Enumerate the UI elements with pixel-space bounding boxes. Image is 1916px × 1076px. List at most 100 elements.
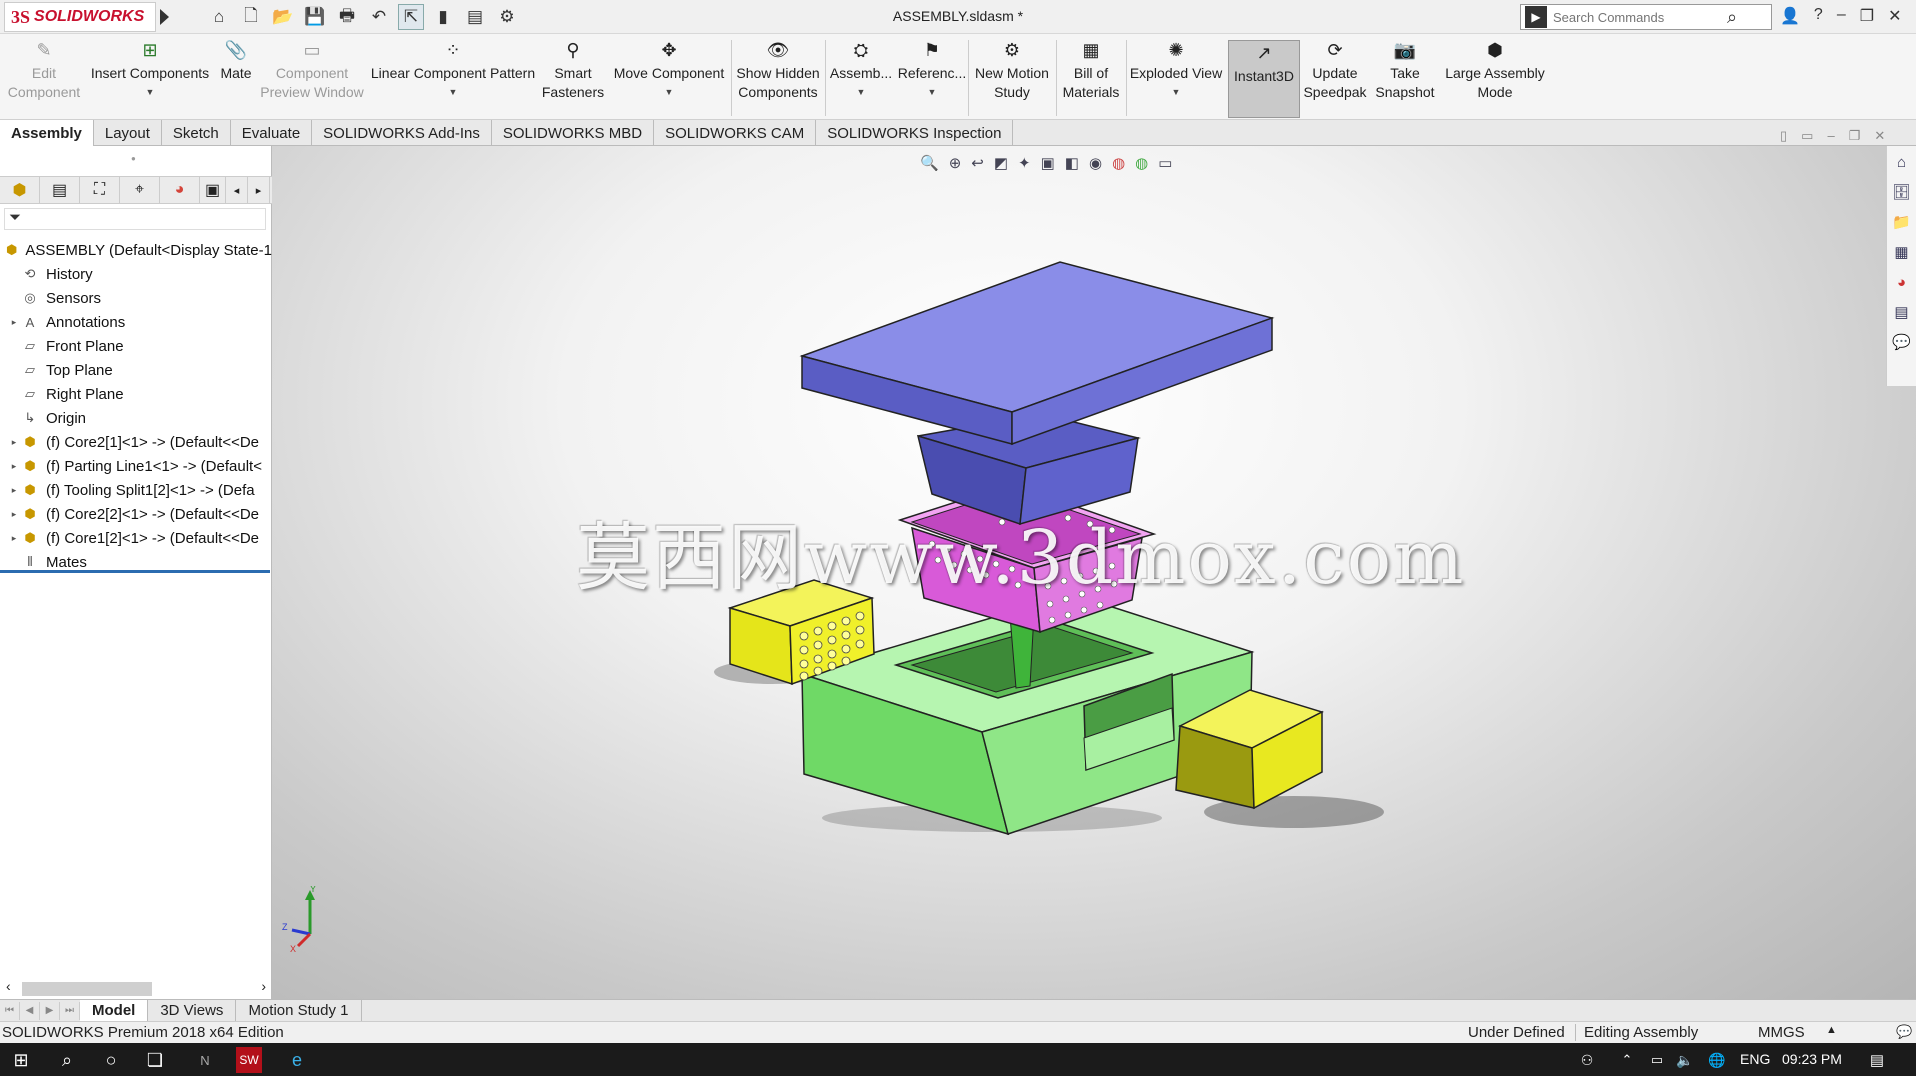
tree-item[interactable]: ▸ A Annotations	[0, 310, 272, 334]
move-component-button[interactable]: ✥ Move Component ▼	[610, 38, 728, 118]
chevron-down-icon[interactable]: ▼	[665, 83, 674, 102]
tree-item[interactable]: ↳ Origin	[0, 406, 272, 430]
chevron-down-icon[interactable]: ▼	[857, 83, 866, 102]
tree-item[interactable]: ▸ ⬢ (f) Parting Line1<1> -> (Default<	[0, 454, 272, 478]
solidworks-resources-icon[interactable]: ⌂	[1891, 150, 1913, 174]
cavity-plate[interactable]	[799, 261, 1275, 526]
first-tab-icon[interactable]: ⏮	[0, 1001, 20, 1020]
feature-tree-tab-icon[interactable]: ⬢	[0, 177, 40, 203]
scroll-left-icon[interactable]: ‹	[6, 978, 11, 994]
graphics-area[interactable]: 🔍 ⊕ ↩ ◩ ✦ ▣ ◧ ◉ ◍ ◍ ▭ 莫西网www.3dmox.com Y…	[272, 146, 1916, 999]
tree-item[interactable]: ▱ Front Plane	[0, 334, 272, 358]
forum-icon[interactable]: 💬	[1891, 330, 1913, 354]
expand-arrow-icon[interactable]: ▸	[8, 509, 20, 520]
last-tab-icon[interactable]: ⏭	[60, 1001, 80, 1020]
display-manager-tab-icon[interactable]: ◕	[160, 177, 200, 203]
tree-item[interactable]: ◎ Sensors	[0, 286, 272, 310]
new-motion-study-button[interactable]: ⚙ New Motion Study	[970, 38, 1054, 118]
restore-icon[interactable]: ❐	[1860, 6, 1874, 26]
instant3d-button[interactable]: ↗ Instant3D	[1228, 40, 1300, 118]
app-n-icon[interactable]: N	[192, 1047, 218, 1073]
expand-arrow-icon[interactable]: ▸	[8, 461, 20, 472]
chevron-up-icon[interactable]: ⌃	[1614, 1047, 1640, 1073]
show-hidden-components-button[interactable]: 👁 Show Hidden Components	[734, 38, 822, 118]
large-assembly-mode-button[interactable]: ⬢ Large Assembly Mode	[1440, 38, 1550, 118]
exploded-view-button[interactable]: ✺ Exploded View ▼	[1128, 38, 1224, 118]
previous-tab-icon[interactable]: ◀	[20, 1001, 40, 1020]
task-view-icon[interactable]: ❏	[142, 1047, 168, 1073]
assembly-features-button[interactable]: ⛭ Assemb... ▼	[828, 38, 894, 118]
tile-vertical-icon[interactable]: ▭	[1801, 128, 1813, 144]
dimxpert-tab-icon[interactable]: ⌖	[120, 177, 160, 203]
network-icon[interactable]: 🌐	[1704, 1047, 1730, 1073]
smart-fasteners-button[interactable]: ⚲ Smart Fasteners	[538, 38, 608, 118]
expand-arrow-icon[interactable]: ▸	[8, 317, 20, 328]
language-indicator[interactable]: ENG	[1740, 1051, 1770, 1067]
tree-item[interactable]: ▸ ⬢ (f) Core1[2]<1> -> (Default<<De	[0, 526, 272, 550]
tab-assembly[interactable]: Assembly	[0, 120, 94, 146]
clock[interactable]: 09:23 PM	[1782, 1051, 1842, 1067]
tree-item[interactable]: ▱ Top Plane	[0, 358, 272, 382]
file-explorer-icon[interactable]: 📁	[1891, 210, 1913, 234]
chevron-down-icon[interactable]: ▼	[146, 83, 155, 102]
update-speedpak-button[interactable]: ⟳ Update Speedpak	[1302, 38, 1368, 118]
tree-item[interactable]: ⬢ ASSEMBLY (Default<Display State-1	[0, 238, 272, 262]
configuration-manager-tab-icon[interactable]: ⛶	[80, 177, 120, 203]
volume-icon[interactable]: 🔈	[1672, 1047, 1698, 1073]
reference-geometry-button[interactable]: ⚑ Referenc... ▼	[896, 38, 968, 118]
solidworks-taskbar-icon[interactable]: SW	[236, 1047, 262, 1073]
help-icon[interactable]: ?	[1814, 6, 1823, 26]
expand-arrow-icon[interactable]: ▸	[8, 437, 20, 448]
tab-inspection[interactable]: SOLIDWORKS Inspection	[816, 120, 1014, 146]
bill-of-materials-button[interactable]: ▦ Bill of Materials	[1058, 38, 1124, 118]
expand-arrow-icon[interactable]: ▸	[8, 485, 20, 496]
component-preview-window-button[interactable]: ▭ Component Preview Window	[260, 38, 363, 118]
search-input[interactable]	[1551, 8, 1721, 26]
tree-item[interactable]: ▸ ⬢ (f) Tooling Split1[2]<1> -> (Defa	[0, 478, 272, 502]
user-icon[interactable]: 👤	[1780, 6, 1800, 26]
chevron-right-icon[interactable]: ▸	[248, 177, 270, 203]
tab-model[interactable]: Model	[80, 999, 149, 1022]
search-commands[interactable]: ▶ ⌕	[1520, 4, 1772, 30]
notifications-icon[interactable]: ▤	[1864, 1047, 1890, 1073]
next-tab-icon[interactable]: ▶	[40, 1001, 60, 1020]
tab-3d-views[interactable]: 3D Views	[148, 999, 237, 1022]
tab-sketch[interactable]: Sketch	[162, 120, 231, 146]
view-palette-icon[interactable]: ▦	[1891, 240, 1913, 264]
people-icon[interactable]: ⚇	[1574, 1047, 1600, 1073]
windows-start-icon[interactable]: ⊞	[8, 1047, 34, 1073]
cortana-icon[interactable]: ○	[98, 1047, 124, 1073]
chevron-down-icon[interactable]: ▼	[1172, 83, 1181, 102]
tab-mbd[interactable]: SOLIDWORKS MBD	[492, 120, 655, 146]
tree-filter[interactable]: ⏷	[4, 208, 266, 230]
chevron-left-icon[interactable]: ◂	[226, 177, 248, 203]
property-manager-tab-icon[interactable]: ▤	[40, 177, 80, 203]
tab-evaluate[interactable]: Evaluate	[231, 120, 313, 146]
battery-icon[interactable]: ▭	[1644, 1047, 1670, 1073]
chevron-up-icon[interactable]: ▲	[1826, 1024, 1837, 1036]
tree-item[interactable]: ⟲ History	[0, 262, 272, 286]
tab-motion-study[interactable]: Motion Study 1	[236, 999, 362, 1022]
custom-properties-icon[interactable]: ▤	[1891, 300, 1913, 324]
tab-addins[interactable]: SOLIDWORKS Add-Ins	[312, 120, 492, 146]
rollback-bar[interactable]	[0, 570, 270, 573]
tooltip-icon[interactable]: 💬	[1896, 1024, 1912, 1040]
tree-item[interactable]: ▸ ⬢ (f) Core2[1]<1> -> (Default<<De	[0, 430, 272, 454]
edge-icon[interactable]: e	[284, 1047, 310, 1073]
take-snapshot-button[interactable]: 📷 Take Snapshot	[1372, 38, 1438, 118]
chevron-down-icon[interactable]: ▼	[449, 83, 458, 102]
panel-grip-icon[interactable]: ●	[131, 154, 136, 163]
mate-button[interactable]: 📎 Mate	[214, 38, 258, 118]
tree-item[interactable]: ▱ Right Plane	[0, 382, 272, 406]
search-icon[interactable]: ⌕	[54, 1047, 80, 1073]
linear-component-pattern-button[interactable]: ⁘ Linear Component Pattern ▼	[368, 38, 538, 118]
horizontal-scrollbar[interactable]: ‹ ›	[4, 978, 268, 996]
chevron-down-icon[interactable]: ▼	[928, 83, 937, 102]
cam-tab-icon[interactable]: ▣	[200, 177, 226, 203]
minimize-icon[interactable]: –	[1837, 6, 1846, 26]
scroll-thumb[interactable]	[22, 982, 152, 996]
appearances-icon[interactable]: ◕	[1891, 270, 1913, 294]
units-selector[interactable]: MMGS	[1758, 1024, 1805, 1041]
viewport-close-icon[interactable]: ✕	[1874, 128, 1885, 144]
expand-arrow-icon[interactable]: ▸	[8, 533, 20, 544]
